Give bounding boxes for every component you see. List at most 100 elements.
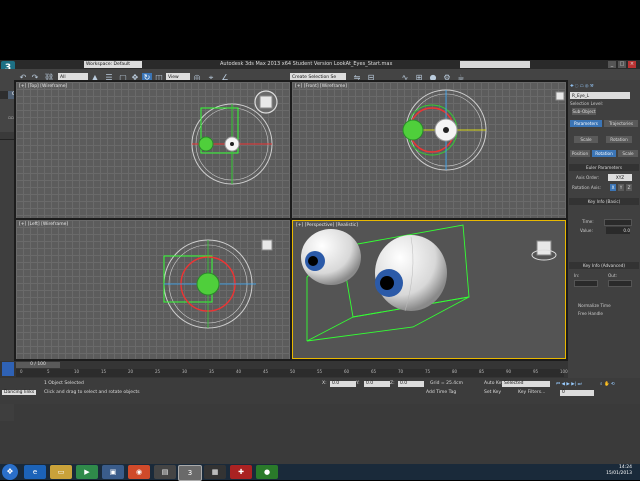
timeline-tick-label: 65 xyxy=(371,369,377,374)
timeline-tick-label: 95 xyxy=(533,369,539,374)
timeline-tick-label: 30 xyxy=(182,369,188,374)
trajectories-tab[interactable]: Trajectories xyxy=(604,120,638,127)
timeline-tick-label: 70 xyxy=(398,369,404,374)
y-coord-field[interactable]: 0.0 xyxy=(364,381,390,387)
timeline-tick-label: 60 xyxy=(344,369,350,374)
perspective-view-render xyxy=(301,224,557,342)
viewport-front[interactable]: [+] [Front] [Wireframe] xyxy=(292,82,566,218)
timeline-tick-label: 35 xyxy=(209,369,215,374)
windows-taskbar: ❖ e ▭ ▶ ▣ ◉ ▤ 3 ▦ ✚ ● 14:24 15/01/2013 xyxy=(0,464,640,481)
system-clock[interactable]: 14:24 15/01/2013 xyxy=(606,465,632,477)
mini-listener-icon[interactable] xyxy=(2,362,14,376)
viewcube-icon[interactable] xyxy=(261,239,273,251)
app5-icon[interactable]: ● xyxy=(256,465,278,479)
key-filters-button[interactable]: Key Filters... xyxy=(518,390,545,395)
axis-x-button[interactable]: X xyxy=(610,184,616,191)
panel-tabs-icon[interactable]: ✚ ◌ ☖ ◎ ⚒ xyxy=(570,82,638,89)
timeline-tick-label: 75 xyxy=(425,369,431,374)
clock-date: 15/01/2013 xyxy=(606,471,632,476)
rotation-tab[interactable]: Rotation xyxy=(592,150,616,157)
time-field[interactable] xyxy=(604,219,632,226)
viewport-top[interactable]: [+] [Top] [Wireframe] xyxy=(16,82,290,218)
command-panel: ✚ ◌ ☖ ◎ ⚒ R_Eye_L Selection Level: Sub-O… xyxy=(568,80,640,404)
workspace-dropdown[interactable]: Workspace: Default xyxy=(84,61,142,68)
media-icon[interactable]: ▶ xyxy=(76,465,98,479)
object-name-field[interactable]: R_Eye_L xyxy=(570,92,630,99)
value-field[interactable]: 0.0 xyxy=(606,227,630,234)
viewcube-icon[interactable] xyxy=(531,240,557,261)
app-icon[interactable]: ▣ xyxy=(102,465,124,479)
search-input[interactable] xyxy=(460,61,530,68)
explorer-icon[interactable]: ▭ xyxy=(50,465,72,479)
navigation-controls-icon[interactable]: ⌕ ✋ ⟲ xyxy=(600,381,615,387)
viewcube-icon[interactable] xyxy=(254,90,278,114)
selection-status: 1 Object Selected xyxy=(44,381,84,386)
position-tab[interactable]: Position xyxy=(570,150,590,157)
app2-icon[interactable]: ▤ xyxy=(154,465,176,479)
chrome-icon[interactable]: ◉ xyxy=(128,465,150,479)
timeline-tick-label: 55 xyxy=(317,369,323,374)
normalize-time-label[interactable]: Normalize Time xyxy=(578,302,638,309)
axis-order-dropdown[interactable]: XYZ xyxy=(608,174,632,181)
timeline-tick-label: 50 xyxy=(290,369,296,374)
time-slider[interactable]: 0 / 100 xyxy=(16,362,60,368)
track-bar[interactable]: 0 5 10 15 20 25 30 35 40 45 50 55 60 65 70 75 80 85 90 95 10… xyxy=(16,369,568,377)
axis-z-button[interactable]: Z xyxy=(626,184,632,191)
add-time-tag[interactable]: Add Time Tag xyxy=(426,390,456,395)
3dsmax-task-icon[interactable]: 3 xyxy=(178,465,202,481)
rotation-button[interactable]: Rotation xyxy=(606,136,632,143)
timeline-tick-label: 10 xyxy=(74,369,80,374)
left-view-wireframe xyxy=(163,239,273,329)
timeline-tick-label: 15 xyxy=(101,369,107,374)
x-coord-field[interactable]: 0.0 xyxy=(330,381,356,387)
selection-level-label: Selection Level: xyxy=(570,101,604,106)
grid-size: Grid = 25.4cm xyxy=(430,381,463,386)
app-window: 3 Workspace: Default Autodesk 3ds Max 20… xyxy=(0,60,640,464)
app4-icon[interactable]: ✚ xyxy=(230,465,252,479)
z-coord-field[interactable]: 0.0 xyxy=(398,381,424,387)
timeline: 0 / 100 0 5 10 15 20 25 30 35 40 45 50 55 60 65 70 75 80… xyxy=(0,361,568,378)
free-handle-checkbox[interactable]: Free Handle xyxy=(578,310,638,317)
window-title: Autodesk 3ds Max 2013 x64 Student Versio… xyxy=(220,61,393,67)
viewport-area: [+] [Top] [Wireframe] [+] [Front] [Wiref… xyxy=(14,80,568,361)
viewport-left[interactable]: [+] [Left] [Wireframe] xyxy=(16,220,290,359)
viewport-perspective[interactable]: [+] [Perspective] [Realistic] xyxy=(292,220,566,359)
timeline-tick-label: 0 xyxy=(20,369,23,374)
current-frame-field[interactable]: 0 xyxy=(560,390,594,396)
prompt-line: Click and drag to select and rotate obje… xyxy=(44,390,140,395)
timeline-tick-label: 90 xyxy=(506,369,512,374)
axis-y-button[interactable]: Y xyxy=(618,184,624,191)
timeline-tick-label: 100 xyxy=(560,369,568,374)
minimize-icon[interactable]: _ xyxy=(608,61,616,68)
timeline-tick-label: 45 xyxy=(263,369,269,374)
start-button-icon[interactable]: ❖ xyxy=(2,464,18,480)
z-label: Z: xyxy=(390,381,395,386)
timeline-tick-label: 80 xyxy=(452,369,458,374)
close-icon[interactable]: × xyxy=(628,61,636,68)
euler-parameters-rollout[interactable]: Euler Parameters xyxy=(569,164,639,171)
key-info-basic-rollout[interactable]: Key Info (Basic) xyxy=(569,198,639,205)
scale-button[interactable]: Scale xyxy=(574,136,598,143)
viewcube-icon[interactable] xyxy=(555,91,565,101)
playback-controls-icon[interactable]: ⏮ ◀ ▶ ▶| ⏭ xyxy=(556,381,582,387)
parameters-tab[interactable]: Parameters xyxy=(570,120,602,127)
out-field[interactable] xyxy=(608,280,632,287)
selected-dropdown[interactable]: Selected xyxy=(502,381,550,387)
top-view-wireframe xyxy=(191,90,278,185)
timeline-tick-label: 20 xyxy=(128,369,134,374)
script-listener[interactable]: Dancing links xyxy=(2,390,37,395)
timeline-tick-label: 5 xyxy=(47,369,50,374)
set-key-button[interactable]: Set Key xyxy=(484,390,501,395)
ie-icon[interactable]: e xyxy=(24,465,46,479)
key-info-advanced-rollout[interactable]: Key Info (Advanced) xyxy=(569,262,639,269)
in-field[interactable] xyxy=(574,280,598,287)
app3-icon[interactable]: ▦ xyxy=(204,465,226,479)
sub-object-button[interactable]: Sub-Object xyxy=(572,108,596,115)
timeline-tick-label: 25 xyxy=(155,369,161,374)
timeline-tick-label: 85 xyxy=(479,369,485,374)
maximize-icon[interactable]: □ xyxy=(618,61,626,68)
x-label: X: xyxy=(322,381,327,386)
y-label: Y: xyxy=(356,381,360,386)
out-label: Out: xyxy=(608,273,618,278)
scale-tab[interactable]: Scale xyxy=(618,150,638,157)
